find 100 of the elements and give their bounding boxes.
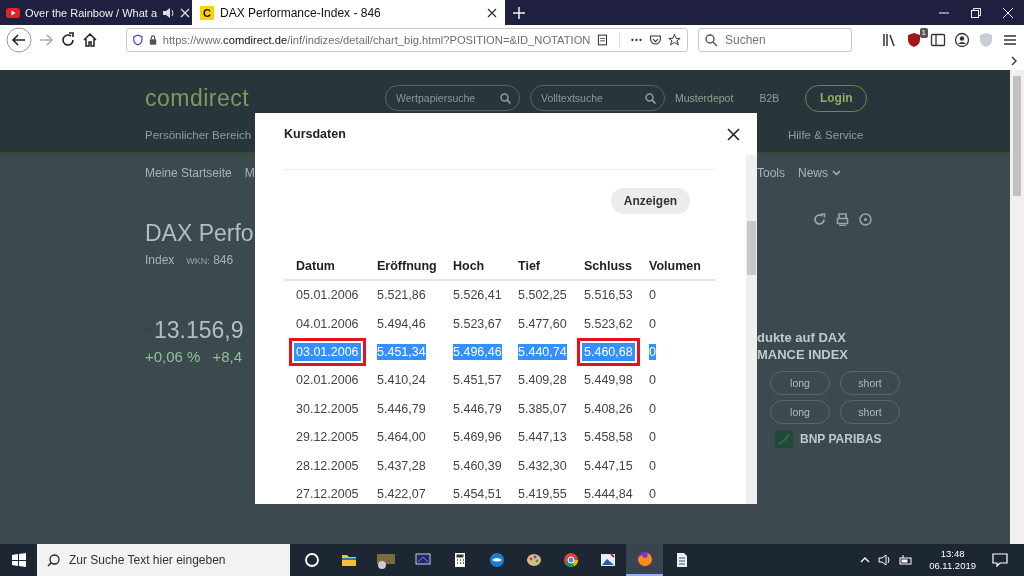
table-cell: 5.410,24: [377, 372, 426, 389]
firefox-icon: [635, 550, 654, 568]
table-cell: 27.12.2005: [296, 485, 359, 502]
column-header[interactable]: Schluss: [584, 257, 632, 274]
account-icon[interactable]: [954, 32, 970, 48]
star-icon[interactable]: [668, 32, 681, 48]
change-percent: +0,06 %: [145, 348, 201, 366]
chevron-up-icon[interactable]: [860, 557, 871, 563]
table-cell: 04.01.2006: [296, 315, 359, 332]
column-header[interactable]: Datum: [296, 257, 335, 274]
header-link[interactable]: B2B: [759, 92, 780, 104]
table-cell: 5.464,00: [377, 429, 426, 446]
close-icon[interactable]: [727, 127, 740, 141]
table-cell: 02.01.2006: [296, 372, 359, 389]
back-icon[interactable]: [6, 27, 32, 53]
browser-tab[interactable]: C DAX Performance-Index - 846: [192, 0, 505, 25]
nav-link[interactable]: Meine Startseite: [145, 165, 232, 181]
instrument-type: Index: [145, 253, 175, 267]
table-cell: 5.409,28: [518, 372, 567, 389]
table-cell: 5.523,62: [584, 315, 633, 332]
table-cell: 5.419,55: [518, 485, 567, 502]
page-title: DAX Perfo: [145, 219, 254, 248]
nav-link[interactable]: Hilfe & Service: [788, 129, 864, 141]
lock-icon: [148, 34, 157, 46]
table-cell: 5.446,79: [453, 400, 502, 417]
column-header[interactable]: Tief: [518, 257, 540, 274]
header-link[interactable]: Musterdepot: [675, 92, 734, 104]
table-cell: 5.454,51: [453, 485, 502, 502]
table-cell: 30.12.2005: [296, 400, 359, 417]
restore-icon[interactable]: [971, 7, 981, 18]
table-cell: 0: [649, 485, 656, 502]
browser-tab[interactable]: Over the Rainbow / What a: [0, 0, 192, 25]
issuer-name: BNP PARIBAS: [800, 432, 882, 446]
print-icon[interactable]: [836, 213, 849, 226]
price-value: 13.156,9: [154, 316, 244, 344]
table-cell: 29.12.2005: [296, 429, 359, 446]
table-cell: 5.477,60: [518, 315, 567, 332]
reload-icon[interactable]: [60, 32, 76, 48]
home-icon[interactable]: [82, 32, 98, 48]
table-cell: 5.460,68: [577, 337, 640, 366]
nav-link[interactable]: M: [244, 165, 255, 181]
search-icon: [705, 34, 718, 47]
table-cell: 5.408,26: [584, 400, 633, 417]
table-cell: 5.432,30: [518, 457, 567, 474]
column-header[interactable]: Volumen: [649, 257, 701, 274]
windows-icon[interactable]: [11, 553, 26, 567]
wkn-text: WKN: 846: [186, 253, 234, 268]
search-field[interactable]: Wertpapiersuche: [385, 85, 520, 111]
menu-icon[interactable]: [1002, 32, 1018, 48]
battery-icon[interactable]: [899, 555, 914, 565]
table-cell: 5.447,15: [584, 457, 633, 474]
table-cell: 0: [649, 287, 656, 304]
table-cell: 5.444,84: [584, 485, 633, 502]
table-cell: 5.446,79: [377, 400, 426, 417]
search-icon: [47, 554, 60, 567]
speaker-icon[interactable]: [878, 554, 892, 566]
search-icon: [500, 93, 511, 104]
table-cell: 5.440,74: [518, 343, 567, 360]
column-header[interactable]: Eröffnung: [377, 257, 437, 274]
table-cell: 03.01.2006: [289, 337, 366, 366]
help-icon[interactable]: [859, 213, 872, 226]
pocket-icon[interactable]: [649, 32, 663, 48]
sidebar-icon[interactable]: [930, 32, 946, 48]
reader-view-icon[interactable]: [596, 32, 610, 48]
table-cell: 0: [649, 343, 656, 360]
new-tab-icon[interactable]: [513, 6, 525, 19]
show-button[interactable]: Anzeigen: [611, 188, 690, 214]
table-cell: 5.494,46: [377, 315, 426, 332]
video-favicon-icon: [6, 5, 20, 20]
nav-link[interactable]: News: [798, 165, 842, 181]
logo[interactable]: comdirect: [145, 84, 385, 112]
table-cell: 5.437,28: [377, 457, 426, 474]
shield-icon: [133, 33, 143, 47]
address-field[interactable]: https://www.comdirect.de/inf/indizes/detail/chart_big.html?POSITION=&ID_NOTATION: [126, 28, 688, 52]
table-cell: 5.526,41: [453, 287, 502, 304]
close-icon[interactable]: [487, 7, 497, 18]
count-badge: 1: [919, 28, 928, 38]
scrollbar[interactable]: [1010, 70, 1024, 544]
table-cell: 5.521,86: [377, 287, 426, 304]
change-value: +8,4: [212, 348, 243, 366]
clock[interactable]: 13:48 06.11.2019: [929, 548, 976, 572]
table-cell: 5.451,34: [377, 343, 426, 360]
table-cell: 5.458,58: [584, 429, 633, 446]
table-cell: 5.447,13: [518, 429, 567, 446]
notification-icon[interactable]: [992, 553, 1008, 567]
column-header[interactable]: Hoch: [453, 257, 485, 274]
chevron-right-icon[interactable]: [1010, 55, 1018, 67]
dialog-title: Kursdaten: [284, 127, 346, 141]
shield-icon[interactable]: [906, 32, 922, 48]
library-icon[interactable]: [882, 32, 898, 48]
site-favicon: C: [200, 5, 214, 20]
table-cell: 5.422,07: [377, 485, 426, 502]
search-field[interactable]: Zur Suche Text hier eingeben: [37, 544, 290, 576]
scrollbar[interactable]: [746, 155, 757, 504]
table-cell: 5.496,46: [453, 343, 502, 360]
table-cell: 5.451,57: [453, 372, 502, 389]
search-field[interactable]: Volltextsuche: [530, 85, 665, 111]
paint-icon: [524, 551, 543, 569]
nav-link[interactable]: Tools: [757, 165, 785, 181]
status-dot-icon: [145, 326, 152, 334]
